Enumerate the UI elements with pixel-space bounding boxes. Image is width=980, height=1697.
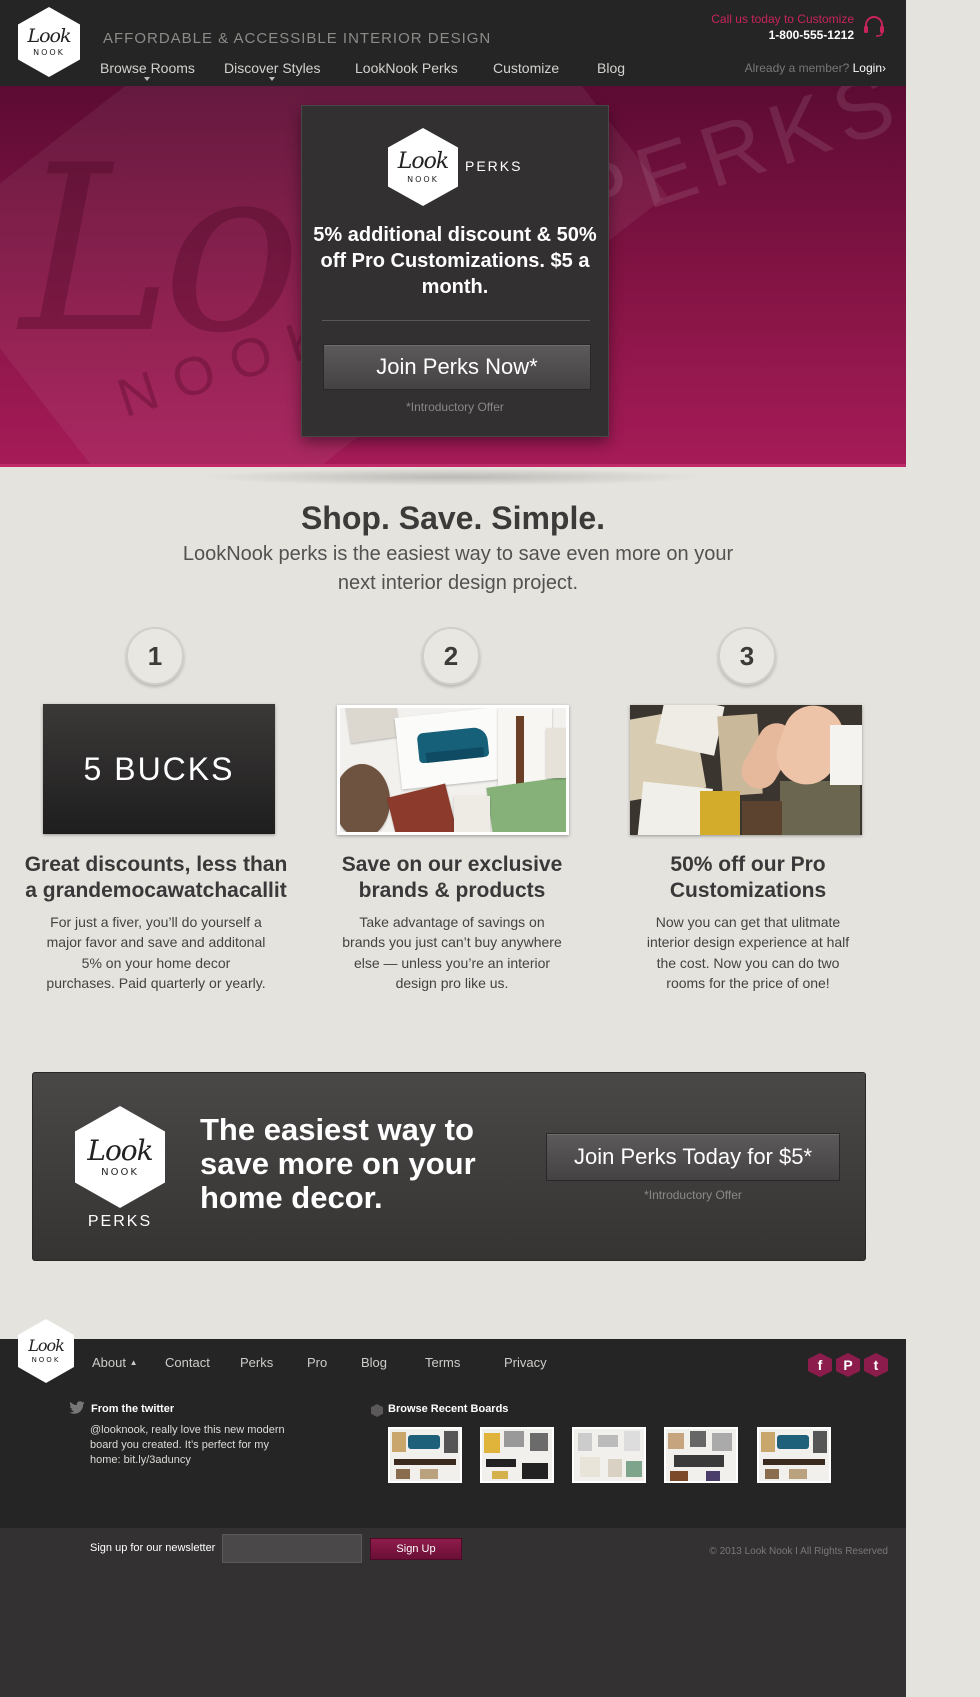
footer-nav-perks[interactable]: Perks [240,1355,273,1370]
nav-browse-rooms[interactable]: Browse Rooms [100,60,195,81]
recent-board-thumb[interactable] [757,1427,831,1483]
site-header: Look NOOK AFFORDABLE & ACCESSIBLE INTERI… [0,0,906,86]
hero-shadow [200,468,706,486]
footer-nav-blog[interactable]: Blog [361,1355,387,1370]
logo-script: Look [397,148,449,174]
phone-number[interactable]: 1-800-555-1212 [711,28,854,42]
perks-logo: Look NOOK [388,128,458,206]
perks-logo: Look NOOK [75,1106,165,1208]
cta-title: The easiest way to save more on your hom… [200,1112,476,1215]
recent-board-thumb[interactable] [480,1427,554,1483]
nav-label: Browse Rooms [100,60,195,76]
login-link[interactable]: Login [853,61,882,75]
perks-wordmark: PERKS [87,1213,153,1230]
step-title-1: Great discounts, less than a grandemocaw… [24,853,288,902]
step-number-2: 2 [422,627,480,685]
recent-board-thumb[interactable] [572,1427,646,1483]
footer-nav-privacy[interactable]: Privacy [504,1355,547,1370]
newsletter-label: Sign up for our newsletter [90,1542,216,1554]
caret-up-icon: ▲ [129,1358,138,1367]
nav-label: Discover Styles [224,60,321,76]
nav-label: Customize [493,60,560,76]
hero-bg-perks: PERKS [560,86,906,249]
twitter-heading: From the twitter [91,1403,175,1415]
perks-offer-card: Look NOOK PERKS 5% additional discount &… [302,106,608,436]
member-login: Already a member? Login› [745,61,886,75]
logo-word: NOOK [33,48,65,57]
nav-label: LookNook Perks [355,60,458,76]
chevron-right-icon: › [882,61,886,75]
footer-nav-about[interactable]: About ▲ [92,1355,138,1370]
introductory-offer-note: *Introductory Offer [406,400,504,414]
headset-icon [864,16,884,37]
perks-hero: Look NOOK PERKS Look NOOK PERKS 5% addit… [0,86,906,467]
join-perks-button[interactable]: Join Perks Now* [323,344,591,390]
step-title-3: 50% off our Pro Customizations [669,853,827,902]
logo-word: NOOK [31,1356,61,1364]
logo-script: Look [87,1133,153,1167]
newsletter-bar: Sign up for our newsletter Sign Up © 201… [0,1528,906,1697]
chevron-down-icon [144,77,151,81]
offer-headline: 5% additional discount & 50% off Pro Cus… [313,224,597,298]
site-tagline: AFFORDABLE & ACCESSIBLE INTERIOR DESIGN [103,30,492,47]
brands-moodboard-image [337,705,569,835]
logo-word: NOOK [101,1166,139,1178]
join-perks-panel: Look NOOK PERKS The easiest way to save … [32,1072,866,1261]
pro-customization-image [630,705,862,835]
call-label: Call us today to Customize [711,12,854,26]
sign-up-button[interactable]: Sign Up [370,1538,462,1560]
section-title: Shop. Save. Simple. [300,500,606,536]
step-title-2: Save on our exclusive brands & products [341,853,563,902]
step-number-1: 1 [126,627,184,685]
recent-board-thumb[interactable] [664,1427,738,1483]
five-bucks-image: 5 BUCKS [43,704,275,834]
newsletter-email-input[interactable] [222,1534,362,1563]
footer-nav-label: About [92,1355,126,1370]
divider [322,320,590,321]
latest-tweet[interactable]: @looknook, really love this new modern b… [90,1423,290,1468]
call-to-customize: Call us today to Customize 1-800-555-121… [711,12,854,42]
step-body-3: Now you can get that ulitmate interior d… [646,914,850,992]
facebook-icon[interactable]: f [808,1353,832,1377]
step-body-1: For just a fiver, you’ll do yourself a m… [46,914,266,992]
footer-nav-pro[interactable]: Pro [307,1355,327,1370]
member-text: Already a member? [744,61,850,75]
site-footer: Look NOOK About ▲ Contact Perks Pro Blog… [0,1319,906,1528]
footer-nav-contact[interactable]: Contact [165,1355,210,1370]
section-subtitle: LookNook perks is the easiest way to sav… [182,543,734,594]
footer-logo[interactable]: Look NOOK [18,1319,74,1383]
pinterest-icon[interactable]: P [836,1353,860,1377]
footer-nav-terms[interactable]: Terms [425,1355,460,1370]
join-perks-today-button[interactable]: Join Perks Today for $5* [546,1133,840,1181]
nav-blog[interactable]: Blog [597,60,625,76]
step-number-3: 3 [718,627,776,685]
chevron-down-icon [269,77,276,81]
boards-icon [371,1404,383,1417]
nav-discover-styles[interactable]: Discover Styles [224,60,321,81]
introductory-offer-note: *Introductory Offer [644,1188,742,1202]
perks-wordmark: PERKS [465,158,523,174]
nav-label: Blog [597,60,626,76]
recent-board-thumb[interactable] [388,1427,462,1483]
twitter-bird-icon [69,1401,85,1414]
boards-heading: Browse Recent Boards [388,1403,509,1415]
hero-bottom-border [0,464,906,467]
twitter-icon[interactable]: t [864,1353,888,1377]
nav-looknook-perks[interactable]: LookNook Perks [355,60,458,76]
looknook-logo[interactable]: Look NOOK [18,7,80,77]
logo-script: Look [28,1336,65,1355]
logo-word: NOOK [407,174,439,184]
nav-customize[interactable]: Customize [493,60,559,76]
logo-script: Look [27,25,71,47]
copyright: © 2013 Look Nook I All Rights Reserved [709,1546,888,1557]
step-body-2: Take advantage of savings on brands you … [342,914,562,992]
